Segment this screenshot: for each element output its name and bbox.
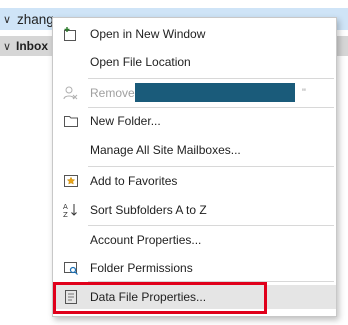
menu-separator xyxy=(88,78,334,79)
menu-item-account-properties[interactable]: Account Properties... xyxy=(53,228,336,252)
menu-item-sort-subfolders[interactable]: AZ Sort Subfolders A to Z xyxy=(53,198,336,222)
menu-item-label: Manage All Site Mailboxes... xyxy=(90,143,241,157)
favorites-star-icon xyxy=(63,173,79,189)
menu-item-new-folder[interactable]: New Folder... xyxy=(53,109,336,133)
remove-user-icon xyxy=(63,85,79,101)
menu-item-label: Account Properties... xyxy=(90,233,202,247)
svg-text:A: A xyxy=(63,203,68,211)
account-name: zhang xyxy=(17,11,54,27)
highlight-annotation-box xyxy=(53,282,267,314)
chevron-down-icon[interactable]: ∨ xyxy=(3,40,15,53)
menu-item-add-to-favorites[interactable]: Add to Favorites xyxy=(53,169,336,193)
menu-separator xyxy=(88,107,334,108)
new-window-icon xyxy=(63,26,79,42)
menu-item-label: Remove xyxy=(90,86,135,100)
menu-item-open-file-location[interactable]: Open File Location xyxy=(53,50,336,74)
menu-item-label: New Folder... xyxy=(90,114,161,128)
menu-item-label: Open File Location xyxy=(90,55,191,69)
menu-item-label: Sort Subfolders A to Z xyxy=(90,203,207,217)
folder-permissions-icon xyxy=(63,260,79,276)
menu-item-manage-site-mailboxes[interactable]: Manage All Site Mailboxes... xyxy=(53,138,336,162)
menu-item-label: Open in New Window xyxy=(90,27,206,41)
menu-separator xyxy=(88,225,334,226)
inbox-label: Inbox xyxy=(16,39,48,53)
menu-item-folder-permissions[interactable]: Folder Permissions xyxy=(53,256,336,280)
context-menu: Open in New Window Open File Location Re… xyxy=(52,17,337,317)
chevron-down-icon[interactable]: ∨ xyxy=(3,13,15,26)
sort-a-z-icon: AZ xyxy=(63,202,79,218)
menu-item-label: Folder Permissions xyxy=(90,261,193,275)
menu-separator xyxy=(88,166,334,167)
folder-icon xyxy=(63,113,79,129)
svg-text:Z: Z xyxy=(63,211,68,218)
redaction-block xyxy=(135,83,295,102)
menu-item-open-in-new-window[interactable]: Open in New Window xyxy=(53,22,336,46)
trailing-quote: " xyxy=(302,87,306,99)
menu-item-label: Add to Favorites xyxy=(90,174,178,188)
